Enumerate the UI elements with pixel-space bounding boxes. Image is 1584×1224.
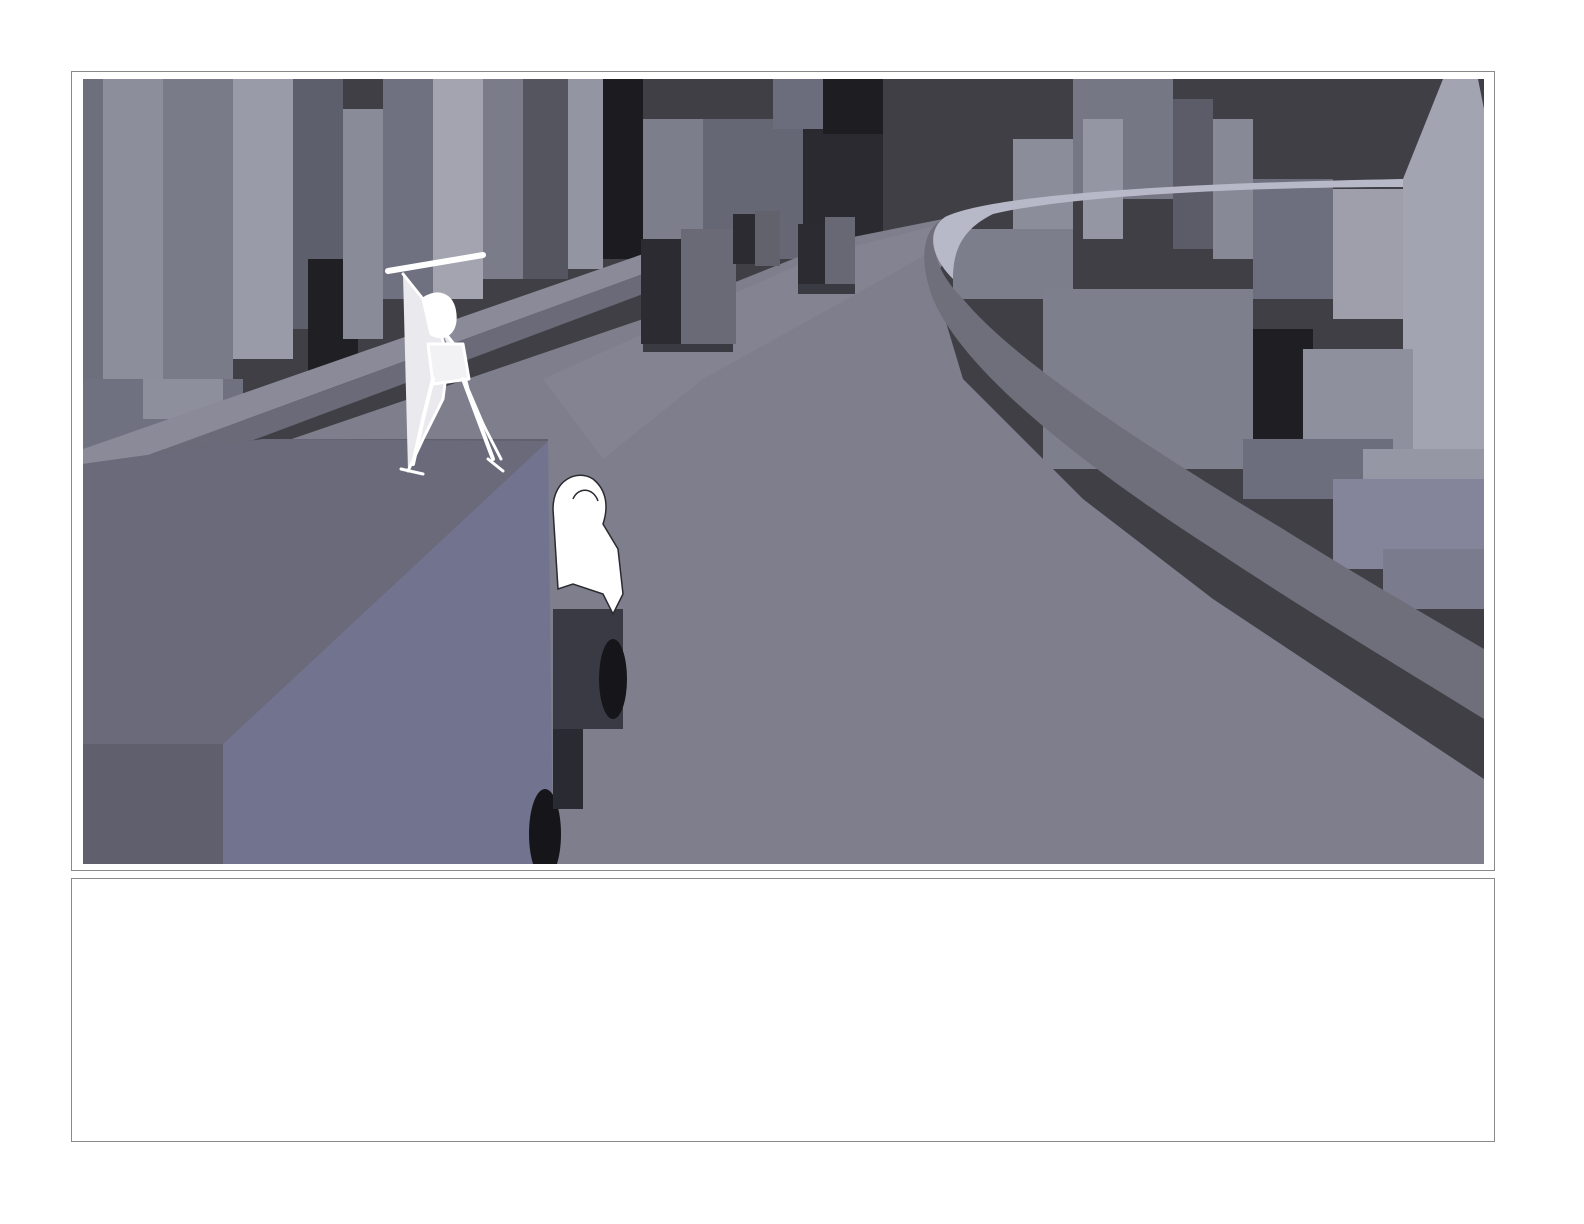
far-truck-1 <box>641 229 736 352</box>
storyboard-notes-box[interactable] <box>71 878 1495 1142</box>
far-truck-2 <box>733 211 780 266</box>
storyboard-panel-image <box>83 79 1484 864</box>
highway-chase-scene <box>83 79 1484 864</box>
far-truck-3 <box>798 217 855 294</box>
storyboard-panel-frame <box>71 71 1495 871</box>
